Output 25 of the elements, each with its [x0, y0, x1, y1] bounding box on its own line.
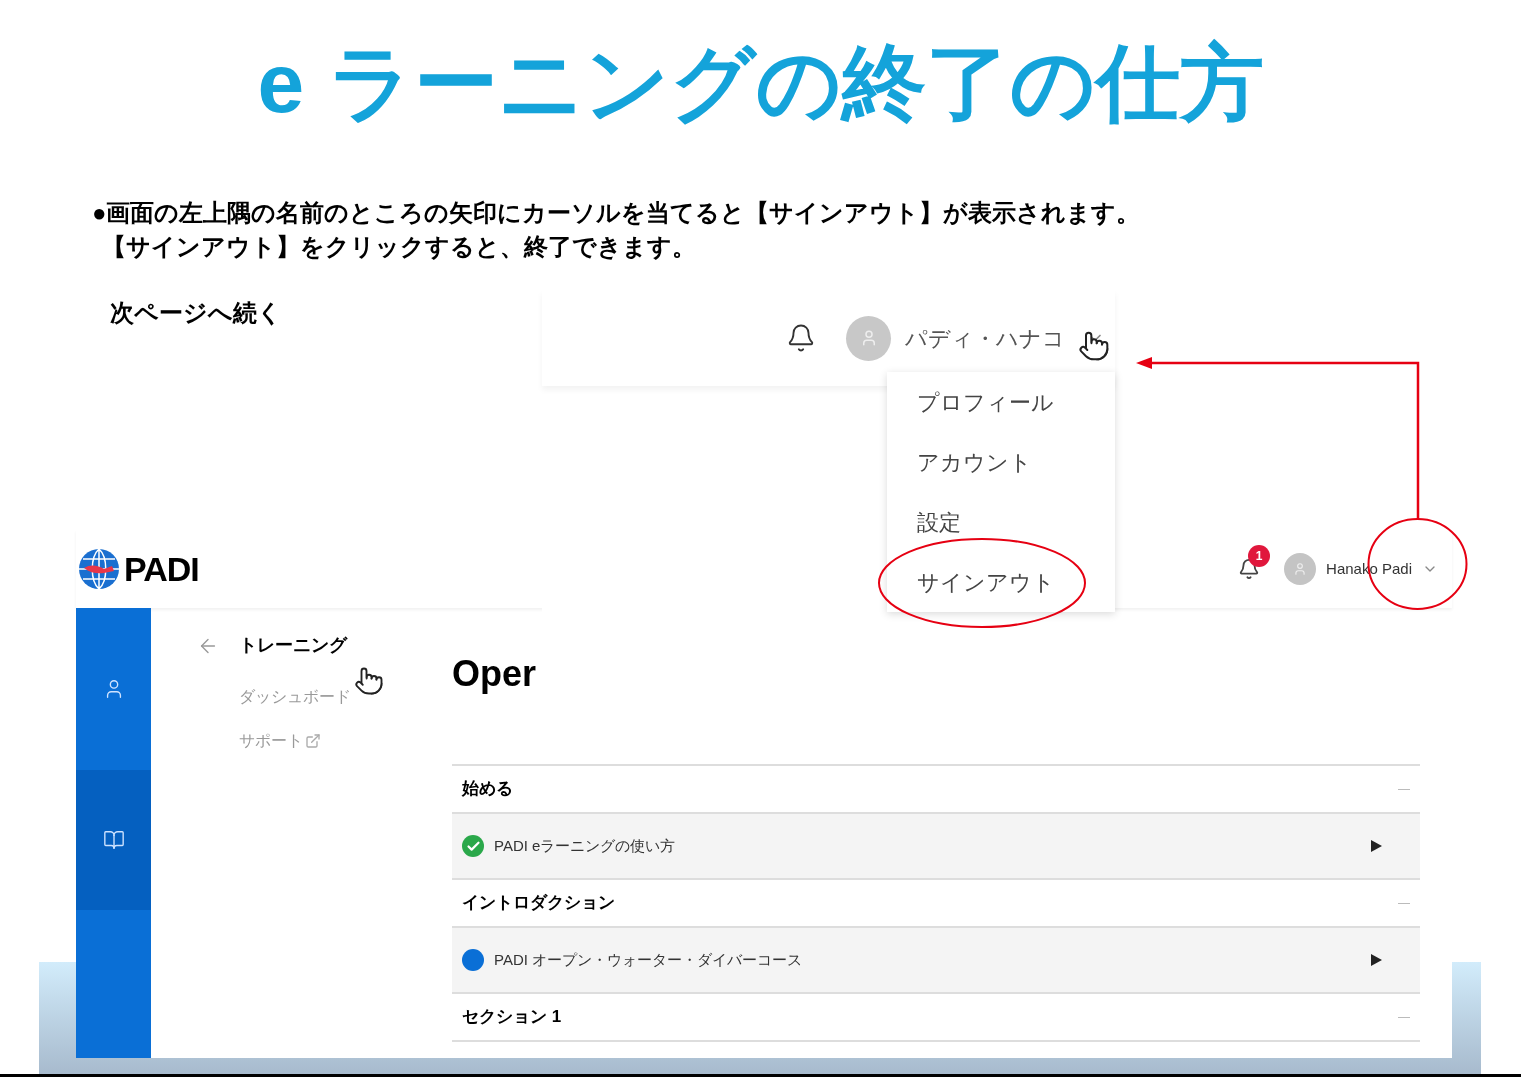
avatar-icon [846, 315, 891, 361]
play-icon [1371, 954, 1382, 966]
menu-item[interactable]: 設定 [917, 505, 961, 539]
lesson-title: PADI オープン・ウォーター・ダイバーコース [494, 949, 803, 970]
padi-logo[interactable]: PADI [78, 548, 199, 590]
bell-icon[interactable] [786, 323, 816, 353]
lesson-row[interactable]: PADI eラーニングの使い方 [452, 814, 1420, 880]
instruction-text: ●画面の左上隅の名前のところの矢印にカーソルを当てると【サインアウト】が表示されます。 [92, 198, 1141, 228]
lesson-title: PADI eラーニングの使い方 [494, 835, 676, 856]
hand-cursor-icon [354, 666, 384, 696]
bell-icon[interactable] [1238, 558, 1261, 580]
menu-item[interactable]: プロフィール [917, 385, 1054, 419]
menu-item[interactable]: アカウント [917, 445, 1032, 479]
continued-note: 次ページへ続く [110, 298, 282, 328]
avatar-icon [1284, 553, 1317, 585]
notification-badge: 1 [1248, 545, 1271, 567]
hand-cursor-icon [1078, 330, 1110, 362]
play-icon [1371, 840, 1382, 852]
slide-title: e ラーニングの終了の仕方 [256, 35, 1265, 132]
page-heading: Oper [452, 652, 538, 696]
nav-title: トレーニング [239, 634, 347, 657]
book-icon [102, 829, 125, 851]
instruction-text: 【サインアウト】をクリックすると、終了できます。 [101, 232, 697, 262]
user-name[interactable]: パディ・ハナコ [905, 321, 1065, 355]
lesson-row[interactable]: PADI オープン・ウォーター・ダイバーコース [452, 928, 1420, 994]
